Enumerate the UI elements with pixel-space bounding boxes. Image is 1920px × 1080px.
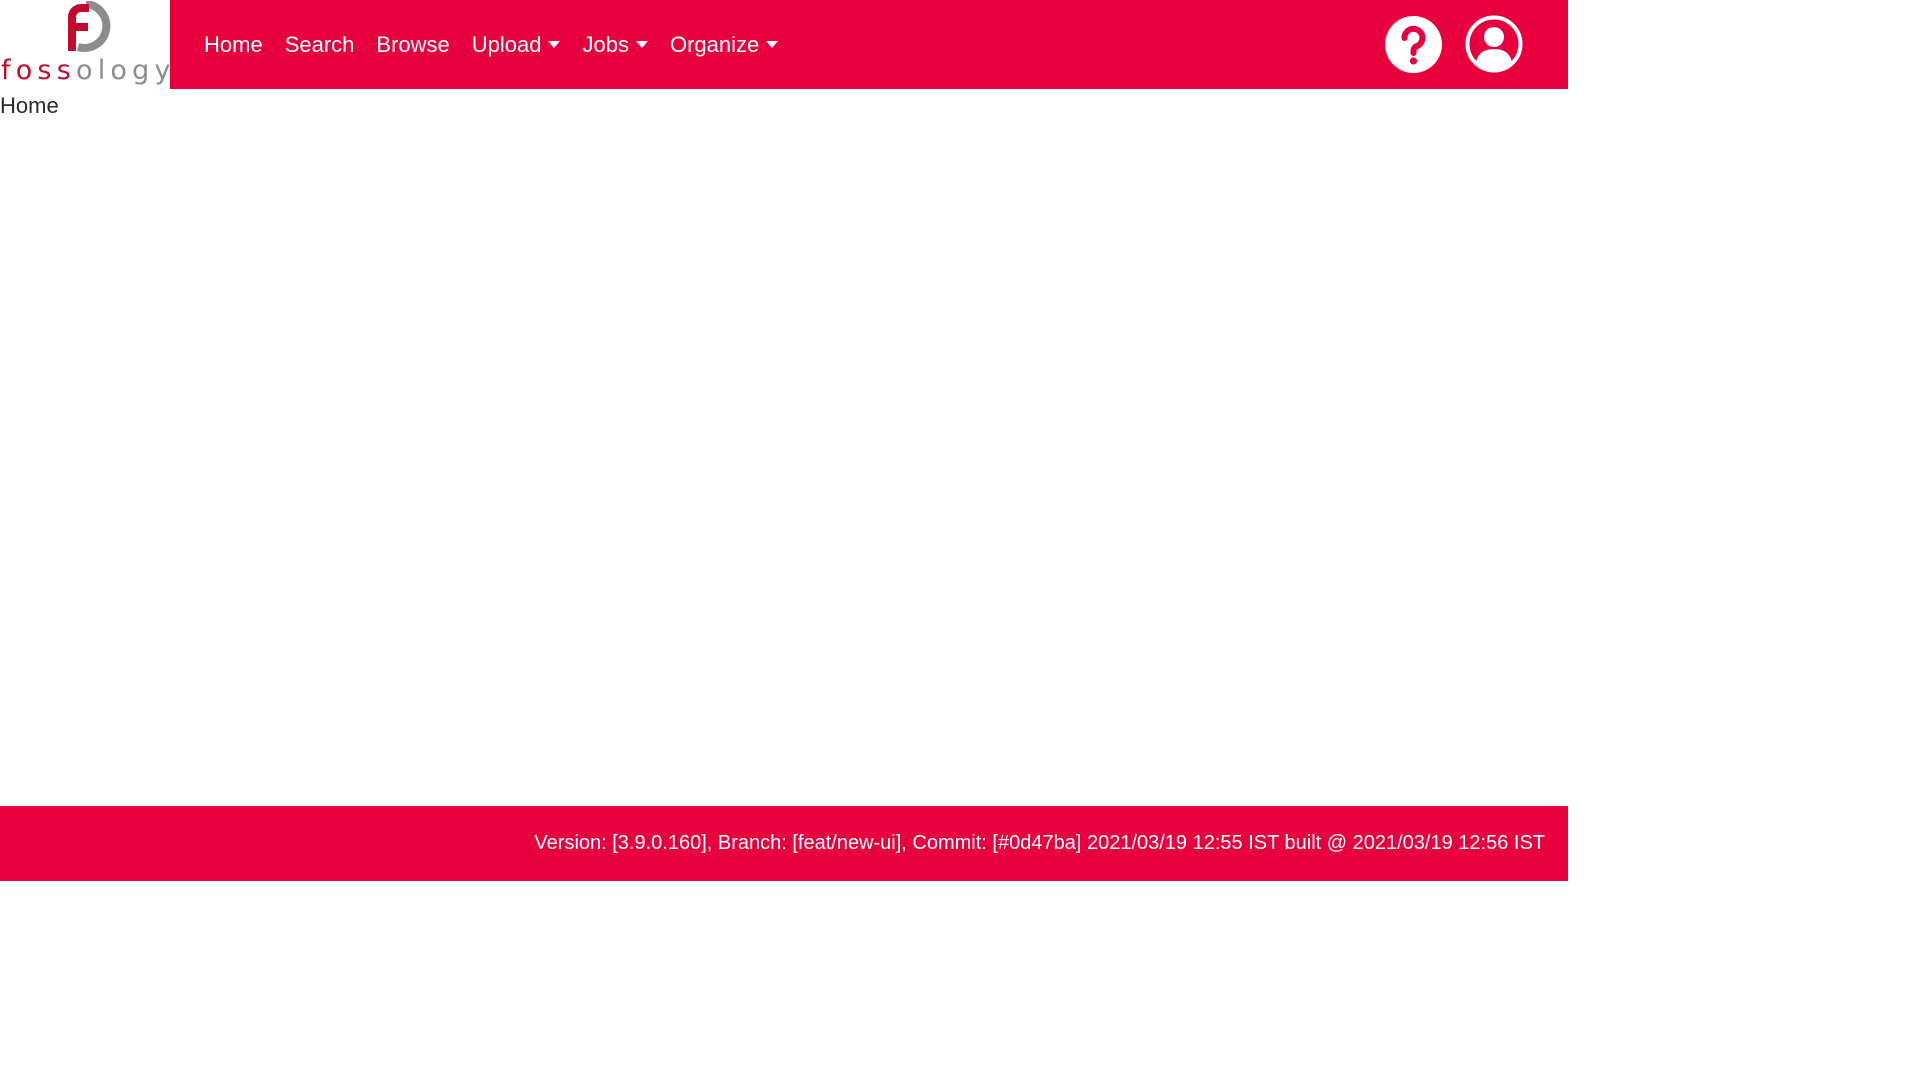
version-info: Version: [3.9.0.160], Branch: [feat/new-… <box>534 832 1545 854</box>
help-icon[interactable] <box>1385 16 1442 73</box>
user-account-icon[interactable] <box>1465 15 1523 73</box>
top-navbar: fossology Home Search Browse Upload Jobs… <box>0 0 1568 89</box>
nav-home[interactable]: Home <box>193 32 274 58</box>
footer-bar: Version: [3.9.0.160], Branch: [feat/new-… <box>0 806 1568 881</box>
caret-down-icon <box>766 41 779 48</box>
breadcrumb-current: Home <box>0 93 59 118</box>
fossology-wordmark: fossology <box>1 55 176 86</box>
fossology-logo[interactable]: fossology <box>0 0 170 89</box>
nav-browse[interactable]: Browse <box>365 32 460 58</box>
nav-jobs-dropdown[interactable]: Jobs <box>571 32 658 58</box>
nav-search[interactable]: Search <box>274 32 366 58</box>
nav-organize-dropdown[interactable]: Organize <box>659 32 789 58</box>
nav-upload-dropdown[interactable]: Upload <box>461 32 572 58</box>
caret-down-icon <box>635 41 648 48</box>
caret-down-icon <box>548 41 561 48</box>
main-nav: Home Search Browse Upload Jobs Organize <box>193 0 789 89</box>
fossology-logo-mark-icon <box>68 1 111 52</box>
